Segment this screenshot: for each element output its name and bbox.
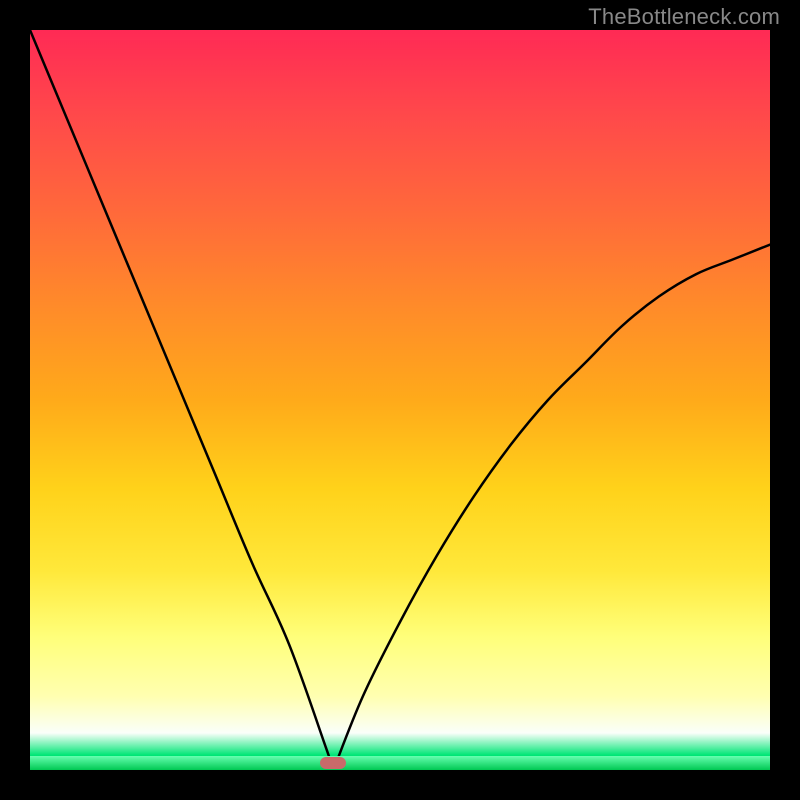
- minimum-marker: [320, 757, 346, 769]
- curve-right-branch: [333, 245, 770, 770]
- curve-left-branch: [30, 30, 333, 770]
- green-band: [30, 756, 770, 770]
- watermark-text: TheBottleneck.com: [588, 4, 780, 30]
- chart-frame: [30, 30, 770, 770]
- curve-svg: [30, 30, 770, 770]
